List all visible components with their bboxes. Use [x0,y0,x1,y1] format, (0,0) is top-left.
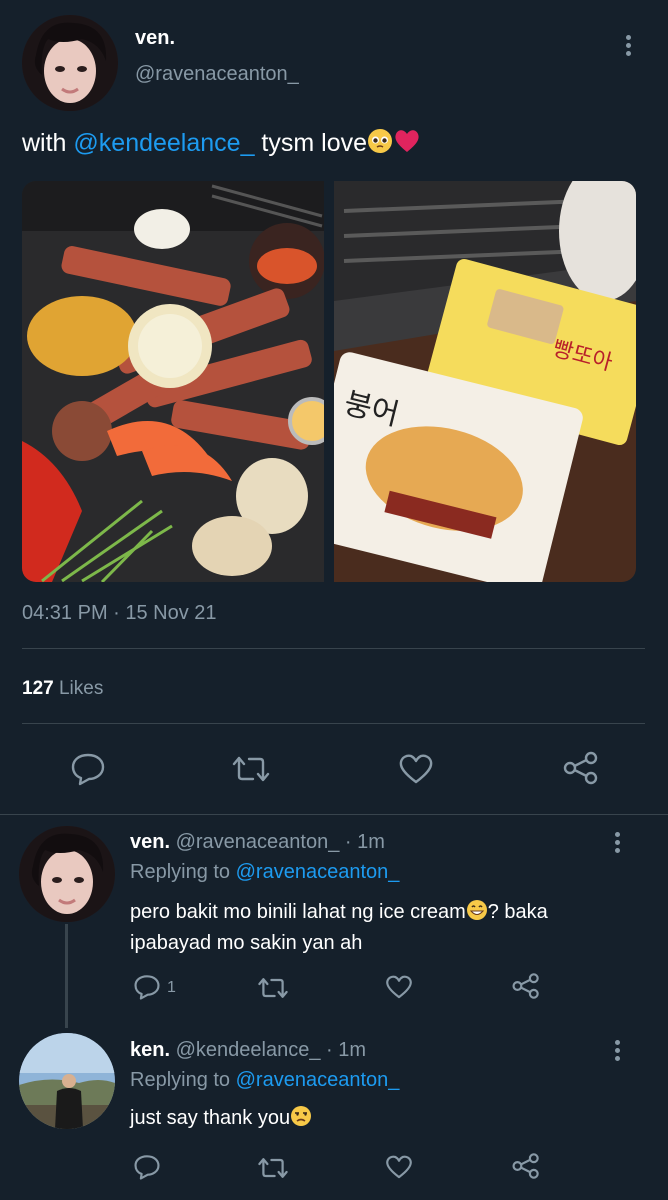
like-icon[interactable] [385,974,413,1000]
reply-text-line2: ipabayad mo sakin yan ah [130,932,363,954]
grinning-face-emoji [466,899,488,929]
likes-stat[interactable]: 127 Likes [22,678,103,700]
replying-to-link[interactable]: @ravenaceanton_ [236,1069,400,1091]
divider [22,648,645,649]
avatar-portrait [19,826,115,922]
reply-text-line1: pero bakit mo binili lahat ng ice cream [130,901,466,923]
avatar-portrait [22,15,118,111]
display-name[interactable]: ven. [135,27,175,50]
reply-icon[interactable] [70,752,106,786]
reply-handle-time[interactable]: @ravenaceanton_ · 1m [176,831,385,853]
reply-icon[interactable] [133,1154,161,1180]
tweet-image-grill[interactable] [22,181,324,582]
tweet-text: with @kendeelance_ tysm love [22,128,421,161]
reply-handle-time[interactable]: @kendeelance_ · 1m [176,1039,366,1061]
reply-text: just say thank you [130,1104,312,1135]
more-icon[interactable] [626,35,632,59]
tweet-image-ice-cream[interactable]: 빵또아 붕어 [334,181,636,582]
replying-to-link[interactable]: @ravenaceanton_ [236,861,400,883]
more-icon[interactable] [615,1040,621,1064]
reply-avatar[interactable] [19,826,115,922]
tweet-text-suffix: tysm love [254,129,368,157]
reply-text-body: just say thank you [130,1107,291,1129]
share-icon[interactable] [512,972,540,1000]
reply-header: ven. @ravenaceanton_ · 1m [130,831,385,854]
reply-display-name[interactable]: ven. [130,831,170,853]
reply-avatar[interactable] [19,1033,115,1129]
share-icon[interactable] [512,1152,540,1180]
retweet-icon[interactable] [257,1156,289,1180]
pleading-face-emoji [367,128,393,161]
divider [0,814,668,815]
reply-icon[interactable] [133,974,161,1000]
thread-line [65,924,68,1028]
avatar-photo [19,1033,115,1129]
timestamp[interactable]: 04:31 PM · 15 Nov 21 [22,602,217,625]
unamused-face-emoji [290,1105,312,1135]
replying-to-prefix: Replying to [130,861,236,883]
reply-count: 1 [167,979,176,996]
avatar[interactable] [22,15,118,111]
mention-link[interactable]: @kendeelance_ [73,129,254,157]
red-heart-emoji [393,128,421,161]
more-icon[interactable] [615,832,621,856]
divider [22,723,645,724]
reply-display-name[interactable]: ken. [130,1039,170,1061]
retweet-icon[interactable] [231,754,271,784]
like-icon[interactable] [398,753,434,785]
handle[interactable]: @ravenaceanton_ [135,63,299,86]
tweet-text-prefix: with [22,129,74,157]
reply-text: pero bakit mo binili lahat ng ice cream?… [130,898,650,957]
likes-label: Likes [58,678,104,699]
like-icon[interactable] [385,1154,413,1180]
likes-count: 127 [22,678,54,699]
reply-text-line1b: ? baka [487,901,548,923]
retweet-icon[interactable] [257,976,289,1000]
replying-to: Replying to @ravenaceanton_ [130,1069,399,1092]
replying-to: Replying to @ravenaceanton_ [130,861,399,884]
replying-to-prefix: Replying to [130,1069,236,1091]
reply-header: ken. @kendeelance_ · 1m [130,1039,366,1062]
share-icon[interactable] [563,751,599,785]
